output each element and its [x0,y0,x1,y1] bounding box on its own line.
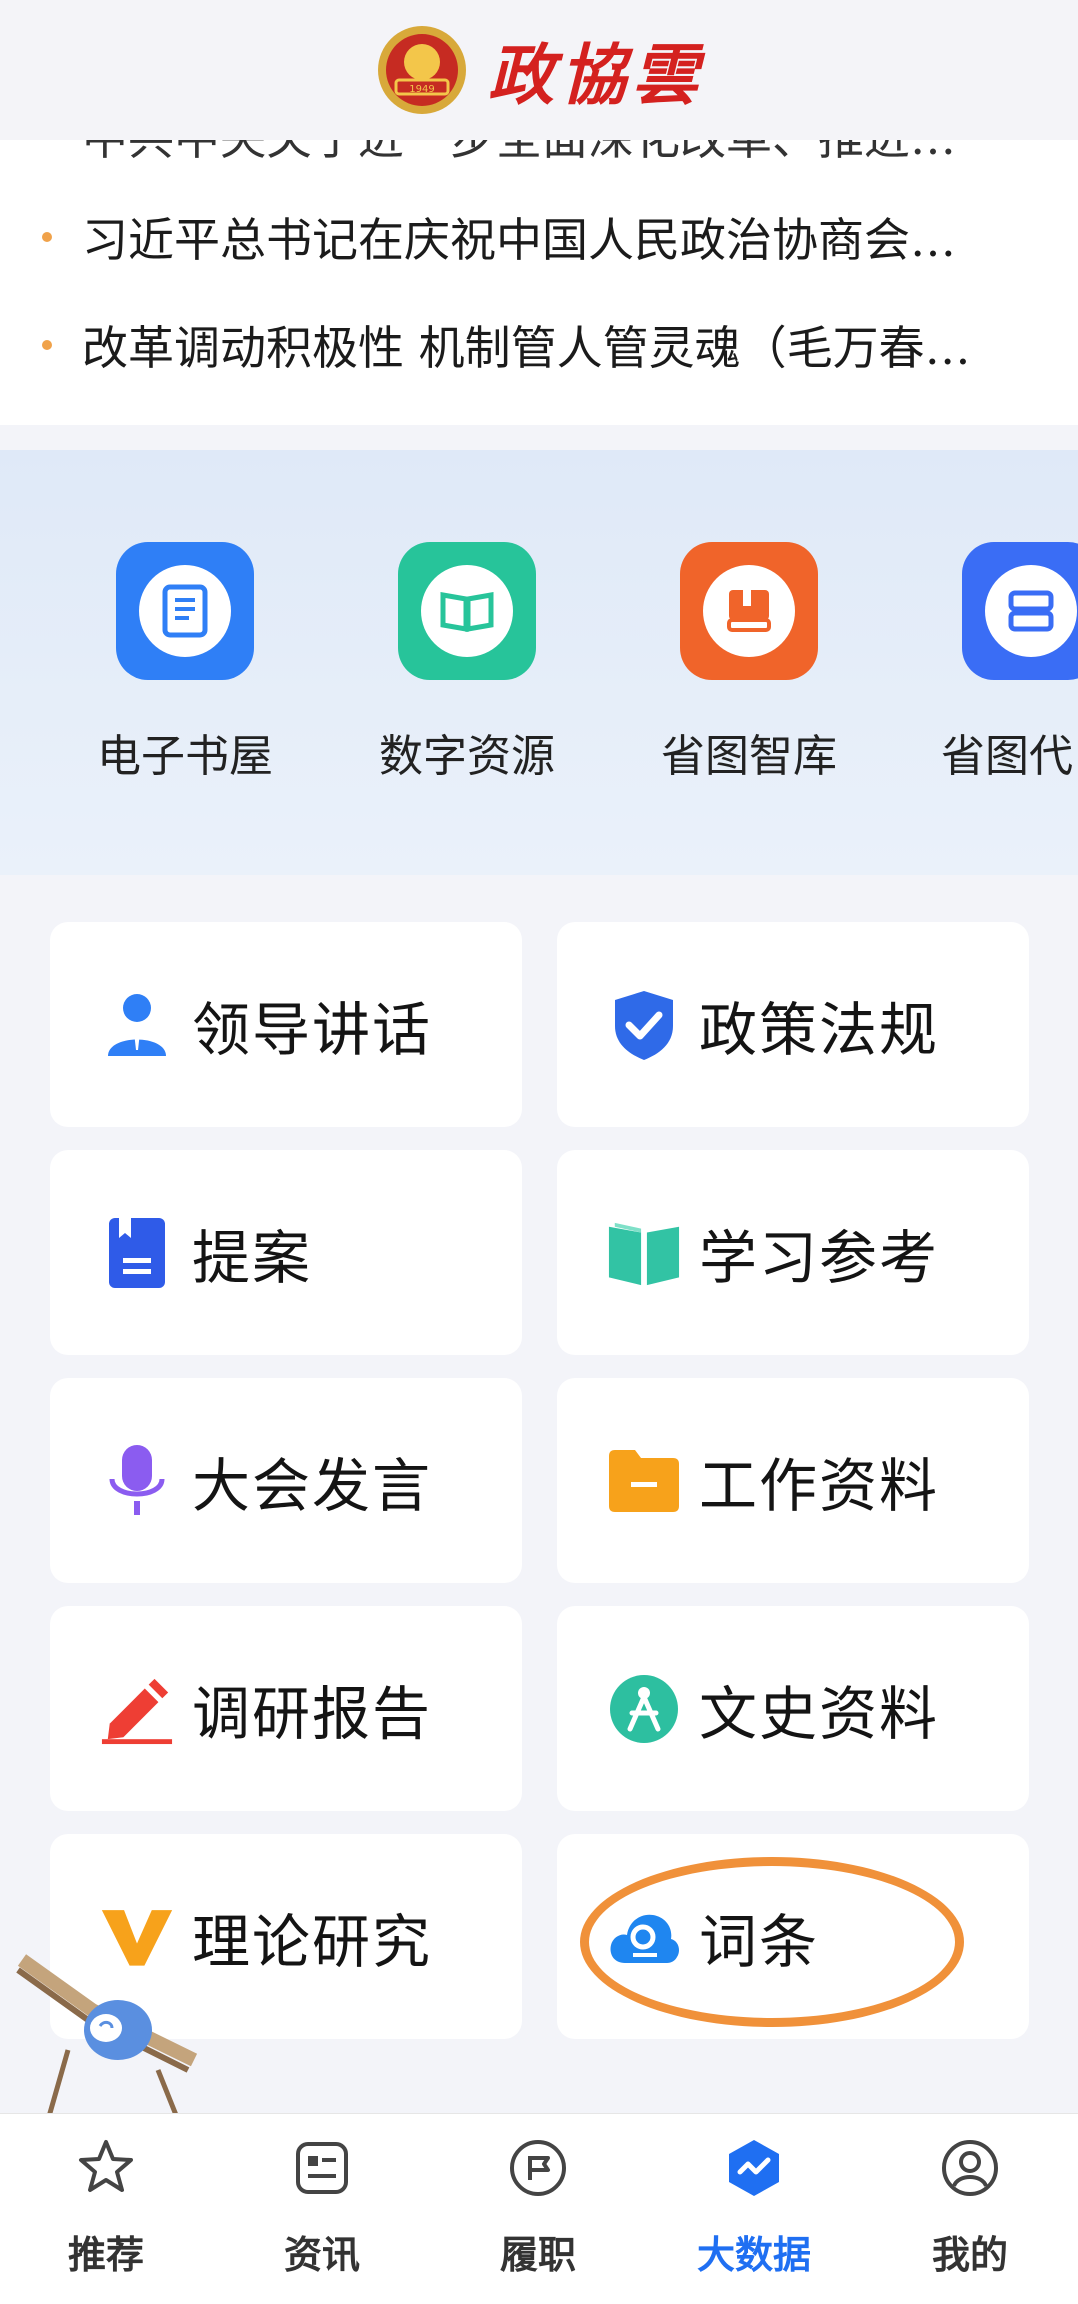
data-pulse-icon [729,2140,779,2196]
shortcut-partial[interactable]: 省图代 [931,542,1078,784]
card-label: 学习参考 [699,1223,940,1292]
card-study[interactable]: 学习参考 [557,1150,1029,1355]
emblem-year: 1949 [409,84,434,95]
app-brand: 政協雲 [488,36,704,114]
card-leader-speech[interactable]: 领导讲话 [50,922,522,1127]
shortcut-label: 省图代 [941,731,1073,782]
highlight-circle [580,1857,964,2027]
news-title: 习近平总书记在庆祝中国人民政治协商会… [82,213,956,267]
news-item[interactable]: 习近平总书记在庆祝中国人民政治协商会… [42,202,1042,272]
news-title: 改革调动积极性 机制管人管灵魂（毛万春… [82,321,971,375]
card-label: 大会发言 [192,1451,433,1520]
bullet-icon [42,340,52,350]
flag-badge-icon [510,2140,566,2196]
tab-big-data[interactable]: 大数据 [654,2136,854,2279]
card-speech[interactable]: 大会发言 [50,1378,522,1583]
compass-icon [607,1672,681,1746]
tab-label: 资讯 [283,2233,360,2277]
tab-recommend[interactable]: 推荐 [6,2136,206,2279]
mascot-lounge-icon [16,1954,198,2121]
bottom-tab-bar: 推荐 资讯 履职 大数据 我的 [0,2113,1078,2304]
shield-check-icon [607,988,681,1062]
news-list: 中共中央关于进一步全面深化改革、推进… 习近平总书记在庆祝中国人民政治协商会… … [0,140,1078,425]
shortcut-library[interactable]: 省图智库 [649,542,849,784]
book-stack-icon [680,542,818,680]
card-research-report[interactable]: 调研报告 [50,1606,522,1811]
card-label: 领导讲话 [192,995,433,1064]
ebook-icon [116,542,254,680]
tab-label: 推荐 [67,2233,144,2277]
app-header: 1949 政協雲 [0,0,1078,140]
user-icon [942,2140,998,2196]
card-label: 政策法规 [699,995,940,1064]
tab-news[interactable]: 资讯 [222,2136,422,2279]
open-book-icon [607,1216,681,1290]
card-work-material[interactable]: 工作资料 [557,1378,1029,1583]
shortcut-digital[interactable]: 数字资源 [367,542,567,784]
speaker-person-icon [100,988,174,1062]
news-icon [296,2142,348,2194]
tab-label: 履职 [499,2233,576,2277]
microphone-icon [100,1444,174,1518]
news-item[interactable]: 改革调动积极性 机制管人管灵魂（毛万春… [42,310,1042,380]
library-icon [962,542,1078,680]
bookmark-doc-icon [100,1216,174,1290]
bullet-icon [42,232,52,242]
shortcut-label: 省图智库 [661,731,837,782]
shortcut-label: 数字资源 [379,731,555,782]
card-history[interactable]: 文史资料 [557,1606,1029,1811]
shortcut-ebook[interactable]: 电子书屋 [85,542,285,784]
tab-duty[interactable]: 履职 [438,2136,638,2279]
card-label: 工作资料 [699,1451,940,1520]
shortcut-label: 电子书屋 [97,731,273,782]
card-proposal[interactable]: 提案 [50,1150,522,1355]
shortcut-banner: 电子书屋 数字资源 省图智库 省图代 [0,450,1078,875]
tab-mine[interactable]: 我的 [870,2136,1070,2279]
card-label: 调研报告 [192,1679,433,1748]
folder-icon [607,1444,681,1518]
tab-label: 我的 [931,2233,1008,2277]
pencil-icon [100,1672,174,1746]
card-policy[interactable]: 政策法规 [557,922,1029,1127]
tab-label: 大数据 [696,2233,811,2277]
news-item-partial[interactable]: 中共中央关于进一步全面深化改革、推进… [42,140,1042,170]
star-icon [79,2140,133,2192]
card-label: 提案 [192,1223,313,1292]
card-label: 文史资料 [699,1679,940,1748]
card-label: 理论研究 [192,1907,433,1976]
open-book-icon [398,542,536,680]
cppcc-emblem-icon: 1949 [378,26,466,114]
news-title: 中共中央关于进一步全面深化改革、推进… [82,140,1042,168]
